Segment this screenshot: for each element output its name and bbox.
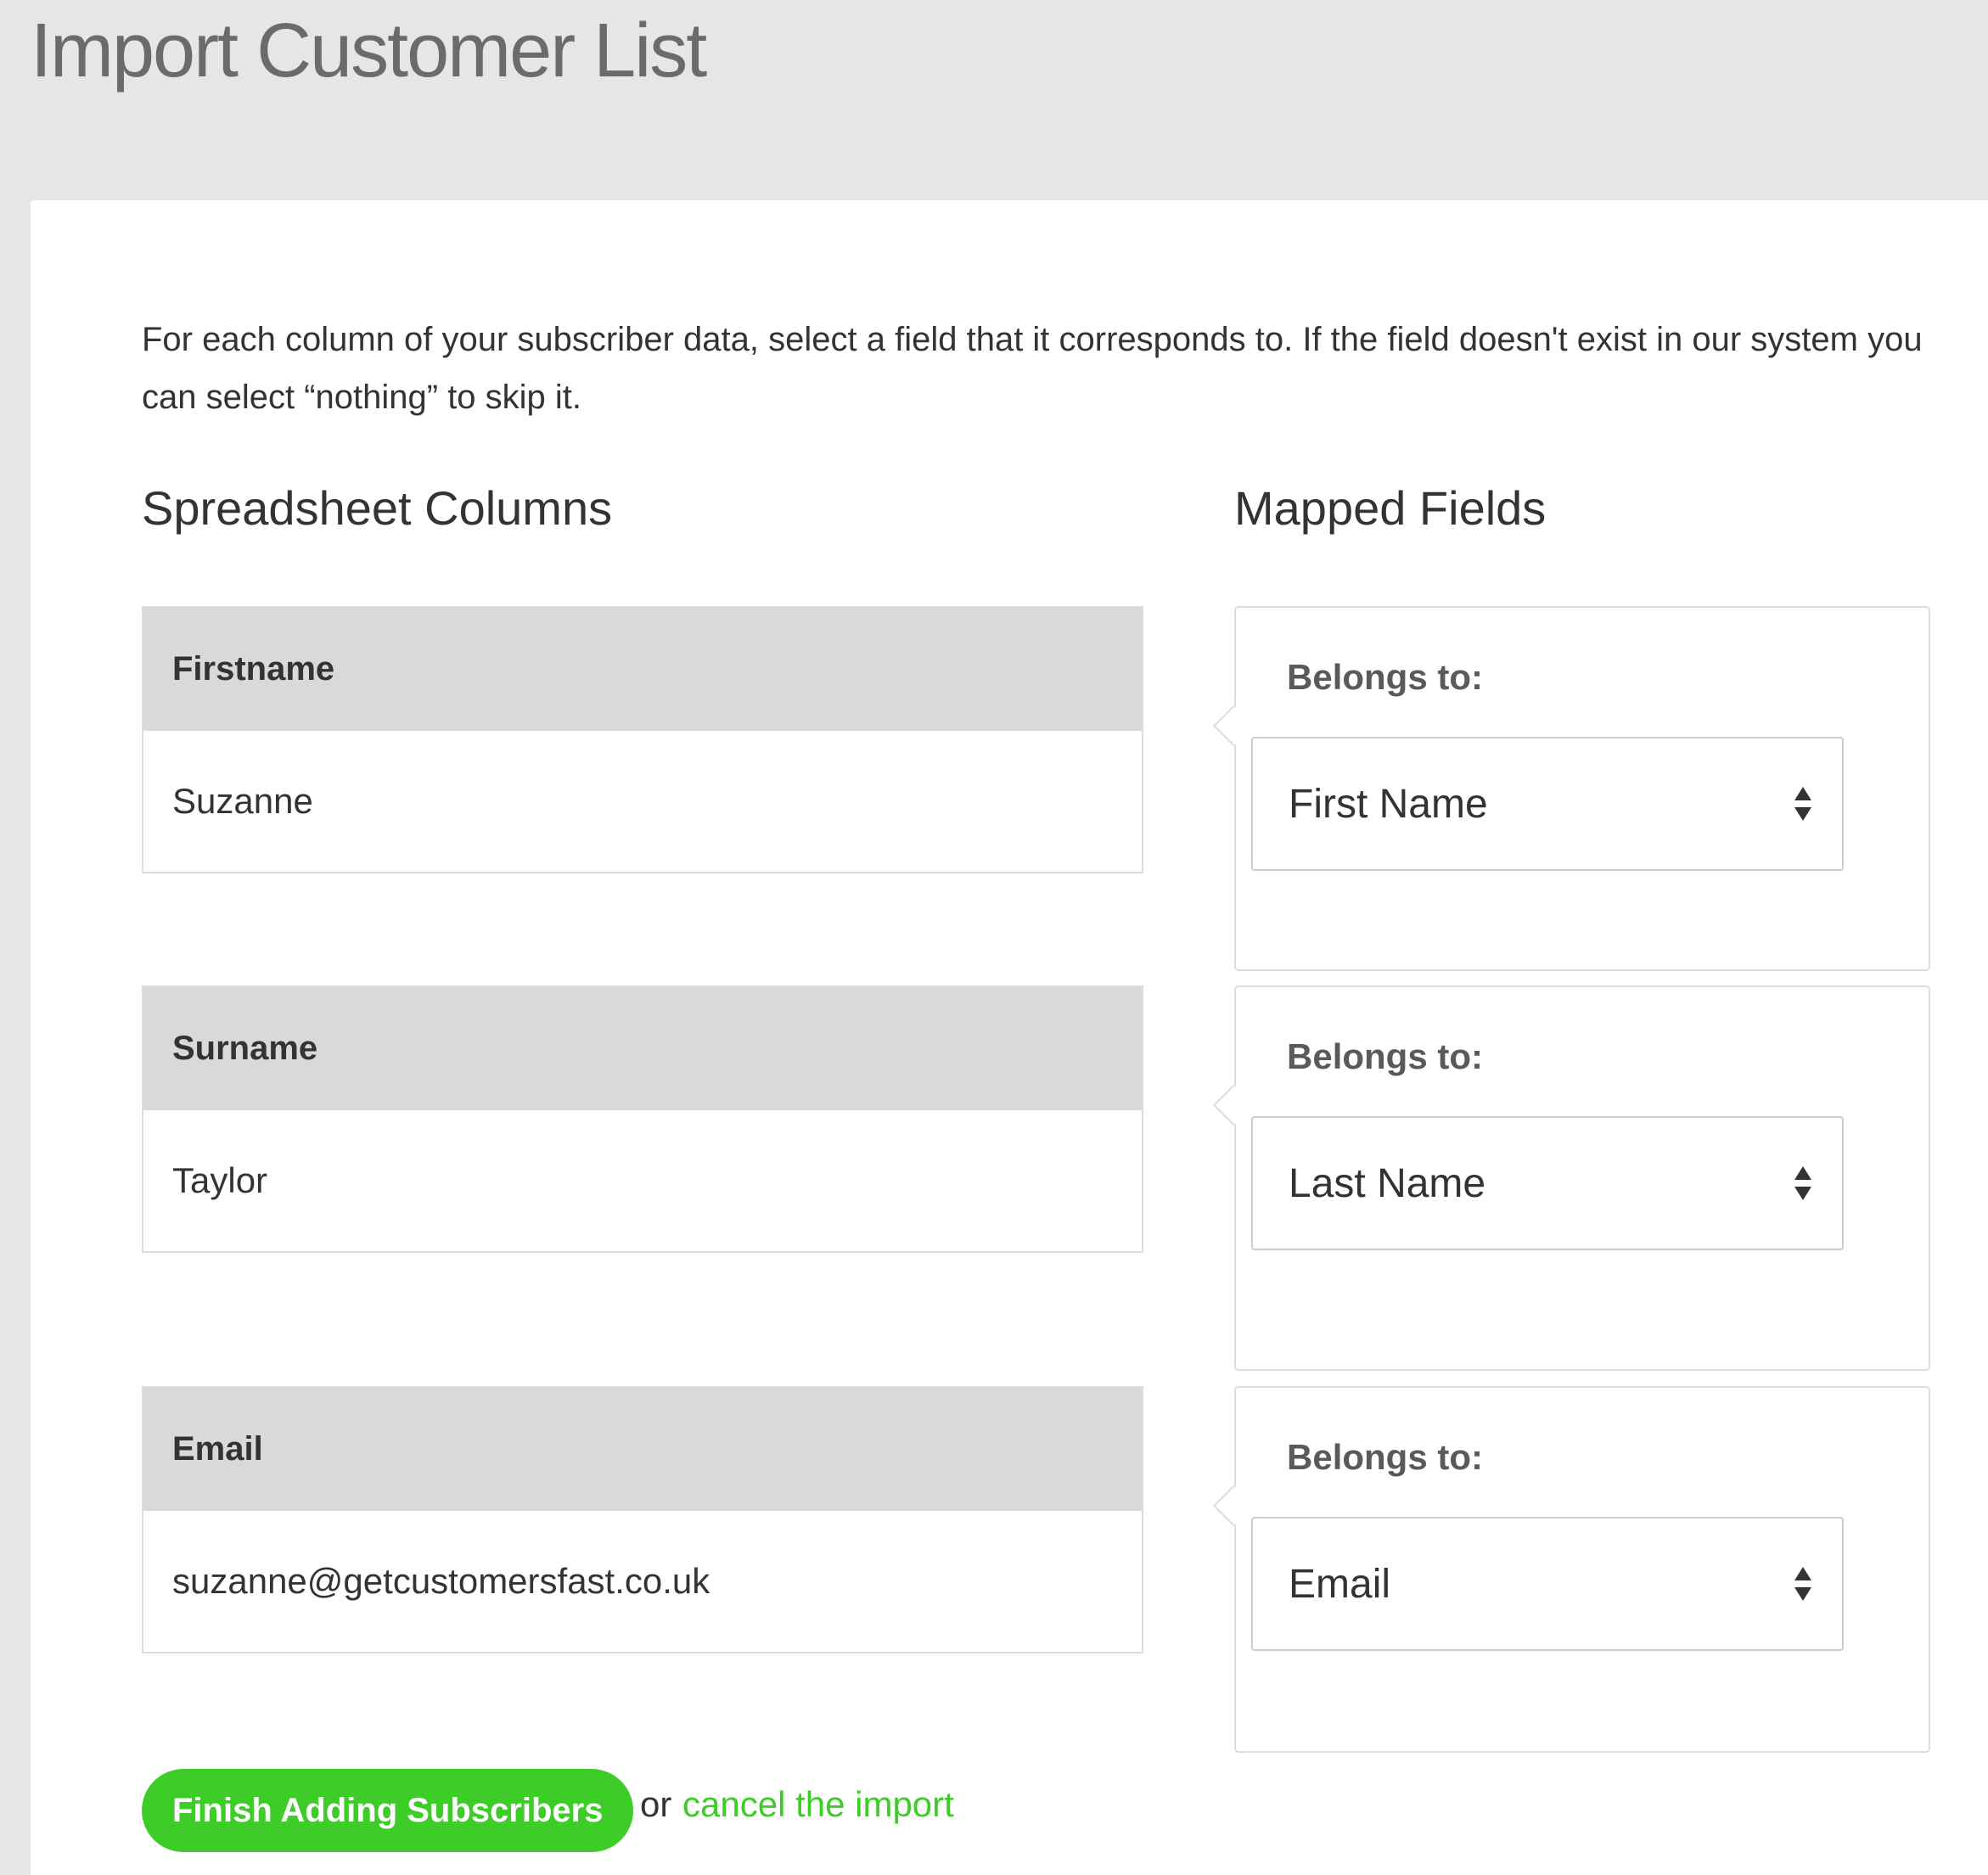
mapping-card-firstname: Belongs to: First Name xyxy=(1212,606,1930,971)
select-value: Last Name xyxy=(1289,1160,1486,1206)
mapped-fields-heading: Mapped Fields xyxy=(1234,481,1547,535)
field-select-email[interactable]: Email xyxy=(1251,1517,1844,1651)
column-sample-value: suzanne@getcustomersfast.co.uk xyxy=(172,1561,710,1601)
mapping-card-email: Belongs to: Email xyxy=(1212,1386,1930,1753)
or-text: or xyxy=(640,1784,672,1824)
card-pointer xyxy=(1212,1084,1255,1126)
cancel-import-link[interactable]: cancel the import xyxy=(682,1784,954,1825)
select-value: Email xyxy=(1289,1561,1391,1607)
column-card-email: Email suzanne@getcustomersfast.co.uk xyxy=(142,1386,1143,1653)
belongs-to-label: Belongs to: xyxy=(1287,1437,1483,1477)
field-select-surname[interactable]: Last Name xyxy=(1251,1116,1844,1250)
column-sample-value: Taylor xyxy=(172,1160,268,1200)
select-arrows-icon xyxy=(1794,1166,1811,1200)
select-arrows-icon xyxy=(1794,787,1811,821)
belongs-to-label: Belongs to: xyxy=(1287,657,1483,697)
import-panel: For each column of your subscriber data,… xyxy=(31,200,1988,1875)
column-header: Email xyxy=(143,1388,1142,1511)
finish-adding-subscribers-button[interactable]: Finish Adding Subscribers xyxy=(142,1769,634,1852)
spreadsheet-columns-heading: Spreadsheet Columns xyxy=(142,481,613,535)
column-header: Surname xyxy=(143,987,1142,1110)
intro-text: For each column of your subscriber data,… xyxy=(142,321,1923,416)
select-value: First Name xyxy=(1289,781,1488,827)
select-arrows-icon xyxy=(1794,1567,1811,1601)
column-header: Firstname xyxy=(143,608,1142,731)
card-pointer xyxy=(1212,1485,1255,1527)
field-select-firstname[interactable]: First Name xyxy=(1251,737,1844,871)
card-pointer xyxy=(1212,705,1255,747)
belongs-to-label: Belongs to: xyxy=(1287,1036,1483,1076)
column-card-firstname: Firstname Suzanne xyxy=(142,606,1143,873)
column-sample-value: Suzanne xyxy=(172,781,313,821)
column-card-surname: Surname Taylor xyxy=(142,985,1143,1253)
mapping-card-surname: Belongs to: Last Name xyxy=(1212,985,1930,1371)
page-title: Import Customer List xyxy=(31,8,707,93)
